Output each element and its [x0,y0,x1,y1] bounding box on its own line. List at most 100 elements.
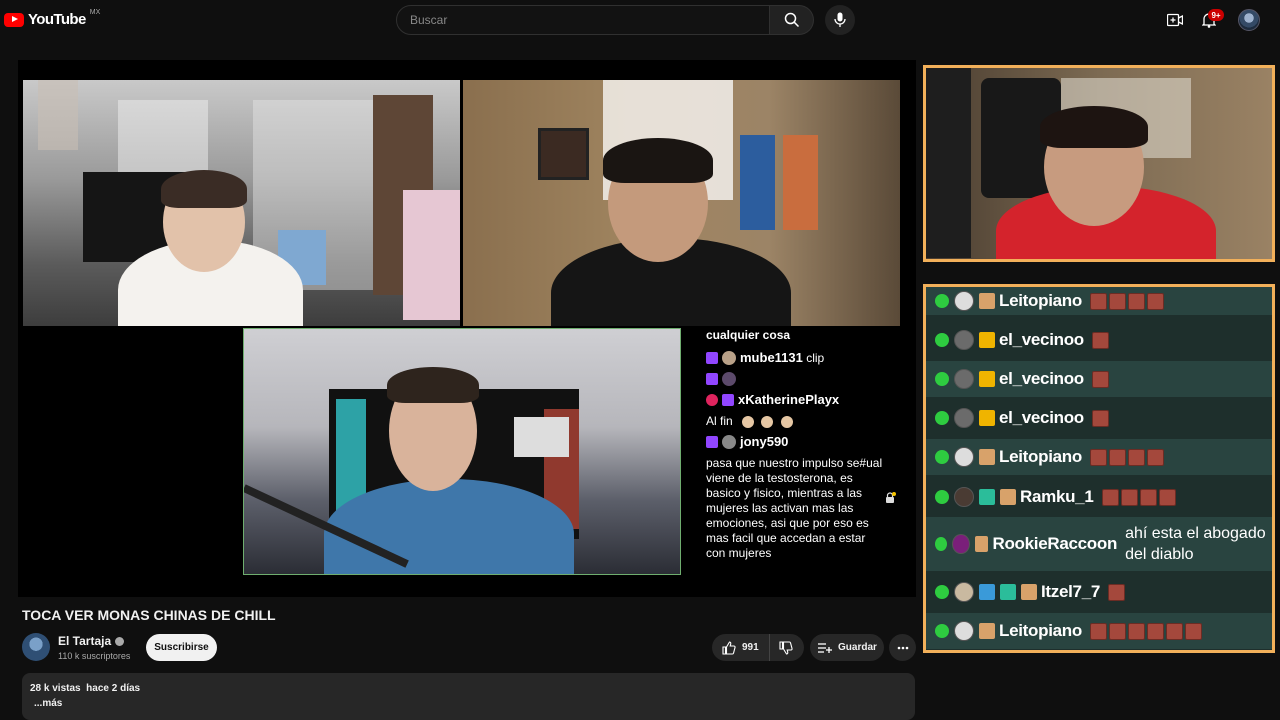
youtube-logo[interactable]: YouTube MX [4,9,100,28]
user-avatar [954,621,974,641]
more-horizontal-icon [897,646,908,649]
xbox-badge-icon [935,585,949,599]
emote-icon [1165,622,1183,640]
like-count: 991 [742,642,759,653]
emote-icon [1089,448,1107,466]
emote-icon [1146,448,1164,466]
video-create-icon [1167,13,1183,27]
emote-group [1108,583,1126,601]
emote-icon [1146,622,1164,640]
emote-group [1089,448,1164,466]
voice-search-button[interactable] [825,5,855,35]
chat-username: Ramku_1 [1020,487,1094,506]
user-avatar [954,582,974,602]
xbox-badge-icon [935,537,948,551]
chat-username: Leitopiano [999,291,1082,310]
chat-username: Itzel7_7 [1041,582,1101,601]
user-avatar [954,291,974,311]
chat-badge-icon [979,489,995,505]
emote-icon [1108,448,1126,466]
chat-username: Leitopiano [999,447,1082,466]
xbox-badge-icon [935,294,949,308]
chat-badge-icon [1000,584,1016,600]
user-avatar [722,372,736,386]
playlist-add-icon [818,642,832,653]
emote-group [1089,292,1164,310]
save-button[interactable]: Guardar [810,634,884,661]
user-avatar [722,351,736,365]
twitch-icon [706,436,718,448]
xbox-badge-icon [935,490,949,504]
xbox-badge-icon [935,624,949,638]
chat-badge-icon [1000,489,1016,505]
emote-group [1091,409,1109,427]
xbox-badge-icon [935,450,949,464]
streamer-facecam [923,65,1275,262]
xbox-badge-icon [935,372,949,386]
side-chat-row: Ramku_1 [926,479,1272,515]
overlay-chat-line: mube1131 clip [706,350,824,365]
twitch-icon [706,373,718,385]
user-avatar [952,534,970,554]
user-avatar [954,447,974,467]
create-button[interactable] [1164,10,1186,30]
side-chat-row: RookieRaccoon ahí esta el abogado del dia… [926,517,1272,571]
channel-avatar[interactable] [22,633,50,661]
xbox-badge-icon [935,333,949,347]
microphone-icon [834,12,846,27]
emote-icon [1127,448,1145,466]
overlay-chat-line: jony590 [706,434,788,449]
side-chat-overlay: Leitopiano el_vecinoo el_vecinoo el_vecinoo… [923,284,1275,653]
emote-group [1091,370,1109,388]
emote-group [1091,331,1109,349]
emote-icon [1091,370,1109,388]
overlay-chat-message: pasa que nuestro impulso se#ual viene de… [706,456,883,560]
like-dislike-group: 991 [712,634,804,661]
top-bar: YouTube MX 9+ [0,0,1280,40]
chat-badge-icon [979,332,995,348]
chat-username: Leitopiano [999,621,1082,640]
dislike-button[interactable] [770,634,802,661]
verified-icon [115,636,125,646]
emote-icon [1184,622,1202,640]
side-chat-row: Itzel7_7 [926,574,1272,610]
chat-badge-icon [979,371,995,387]
search-box[interactable] [396,5,770,35]
badge-icon [706,394,718,406]
channel-name[interactable]: El Tartaja [58,634,125,648]
emote-icon [1139,488,1157,506]
side-chat-row: el_vecinoo [926,400,1272,436]
lock-icon [886,492,896,503]
overlay-chat-line: Al fin [706,414,797,428]
emote-icon [1108,622,1126,640]
xbox-badge-icon [935,411,949,425]
show-more-link[interactable]: ...más [34,698,62,709]
emote-icon [742,416,755,428]
emote-icon [1089,622,1107,640]
webcam-feed-right [463,80,900,326]
emote-icon [1089,292,1107,310]
user-avatar [722,435,736,449]
user-avatar [954,408,974,428]
overlay-chat-line [706,372,740,386]
search-button[interactable] [770,5,814,35]
user-avatar [954,369,974,389]
chat-badge-icon [979,293,995,309]
more-actions-button[interactable] [889,634,916,661]
user-avatar [954,330,974,350]
overlay-chat-line: cualquier cosa [706,328,791,342]
twitch-icon [706,352,718,364]
chat-badge-icon [979,623,995,639]
youtube-play-icon [4,12,24,27]
search-input[interactable] [408,12,769,28]
account-avatar[interactable] [1238,9,1260,31]
chat-badge-icon [1021,584,1037,600]
emote-icon [780,416,793,428]
like-button[interactable]: 991 [712,634,770,661]
emote-icon [1127,622,1145,640]
description-box[interactable] [22,673,915,720]
emote-icon [1101,488,1119,506]
subscribe-button[interactable]: Suscribirse [146,634,217,661]
chat-badge-icon [979,584,995,600]
side-chat-row: Leitopiano [926,613,1272,649]
